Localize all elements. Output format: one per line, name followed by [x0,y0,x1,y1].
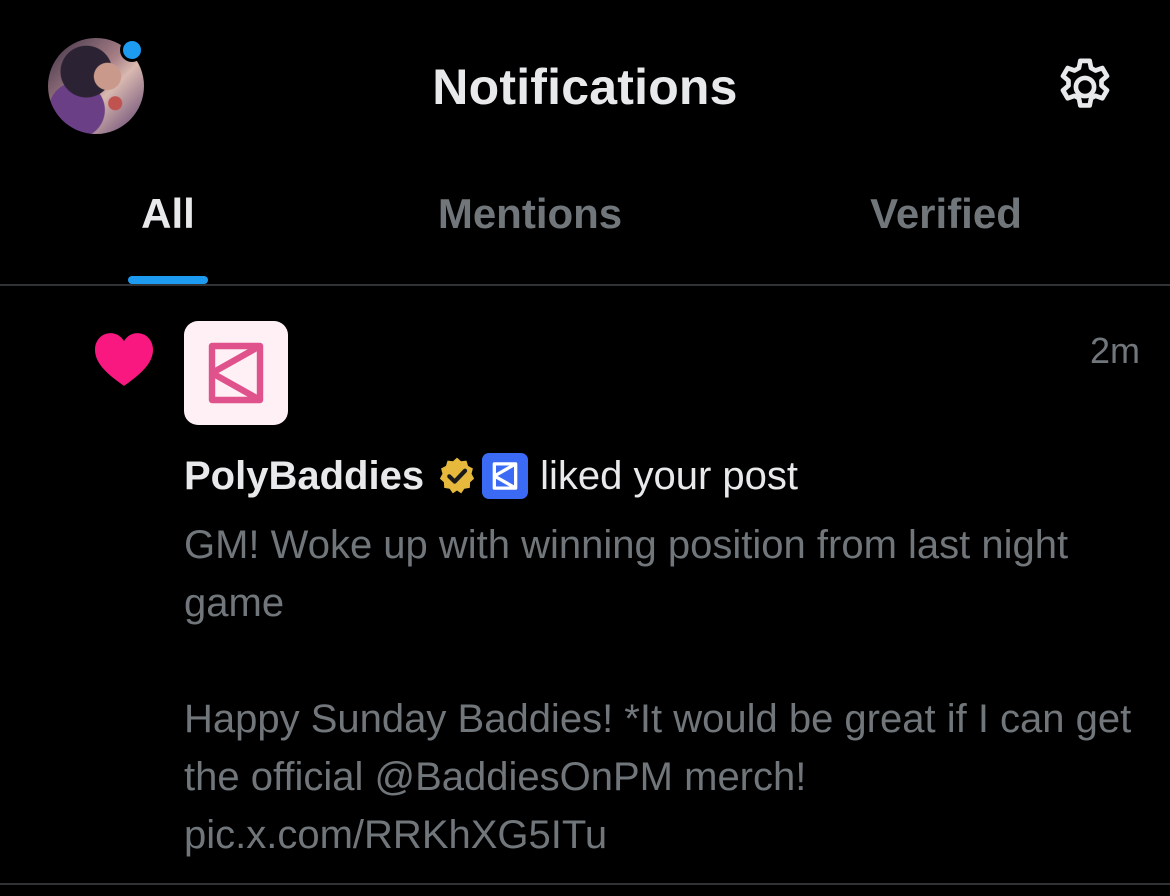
heart-icon [92,330,156,388]
polymarket-affiliate-icon [482,453,529,499]
polybaddies-logo-icon[interactable] [184,321,288,425]
notification-headline: PolyBaddies liked your post [184,452,798,500]
tab-all[interactable]: All [141,190,195,238]
post-text[interactable]: GM! Woke up with winning position from l… [184,516,1144,864]
gear-icon[interactable] [1052,54,1118,120]
active-tab-indicator [128,276,208,284]
tab-verified[interactable]: Verified [870,190,1022,238]
notifications-screen: Notifications All Mentions Verified 2m P… [0,0,1170,896]
notification-action: liked your post [540,454,798,498]
notification-tabs: All Mentions Verified [0,170,1170,284]
account-name[interactable]: PolyBaddies [184,452,424,500]
page-title: Notifications [432,59,738,115]
notification-time: 2m [1089,330,1140,371]
tab-mentions[interactable]: Mentions [438,190,622,238]
divider [0,284,1170,286]
gold-verified-badge-icon [436,455,478,497]
divider-bottom [0,883,1170,885]
